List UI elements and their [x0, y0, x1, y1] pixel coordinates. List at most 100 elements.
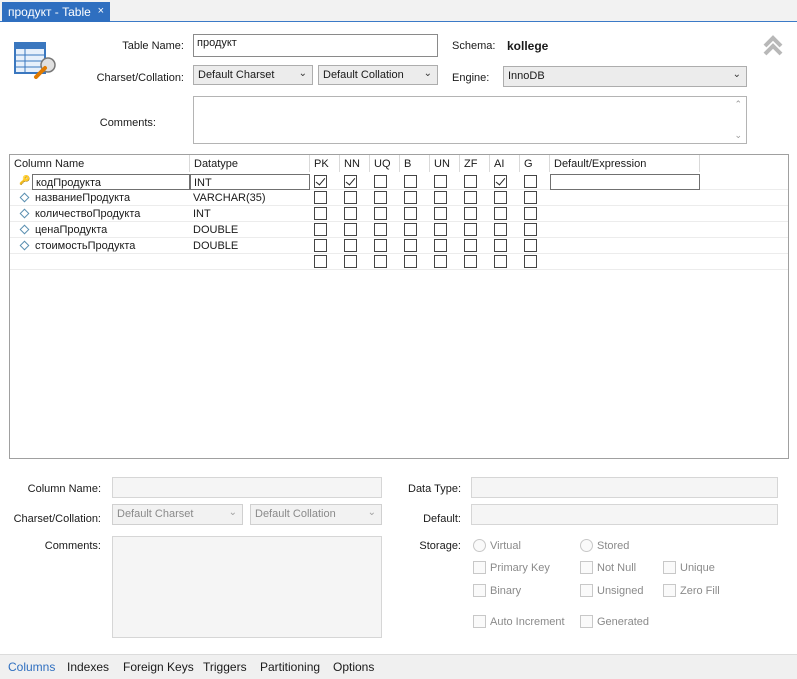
zf-checkbox[interactable]: [464, 175, 477, 188]
unsigned-checkbox[interactable]: [580, 584, 593, 597]
binary-checkbox[interactable]: [473, 584, 486, 597]
zf-checkbox[interactable]: [464, 239, 477, 252]
un-checkbox[interactable]: [434, 207, 447, 220]
tab-foreign-keys[interactable]: Foreign Keys: [123, 658, 194, 676]
default-expression-cell[interactable]: [550, 174, 700, 190]
data-type-input[interactable]: [471, 477, 778, 498]
g-checkbox[interactable]: [524, 191, 537, 204]
editor-tab[interactable]: продукт - Table ×: [2, 2, 110, 22]
uq-checkbox[interactable]: [374, 191, 387, 204]
column-name-cell[interactable]: количествоПродукта: [32, 206, 190, 222]
pk-checkbox[interactable]: [314, 223, 327, 236]
nn-checkbox[interactable]: [344, 207, 357, 220]
pk-checkbox[interactable]: [314, 191, 327, 204]
g-checkbox[interactable]: [524, 255, 537, 268]
ai-checkbox[interactable]: [494, 223, 507, 236]
grid-header-cell[interactable]: NN: [340, 155, 370, 172]
not-null-checkbox[interactable]: [580, 561, 593, 574]
pk-checkbox[interactable]: [314, 175, 327, 188]
datatype-cell[interactable]: DOUBLE: [190, 238, 310, 254]
datatype-cell[interactable]: INT: [190, 206, 310, 222]
column-name-cell[interactable]: ценаПродукта: [32, 222, 190, 238]
collation-select[interactable]: Default Collation ⌄: [318, 65, 438, 85]
column-name-cell[interactable]: стоимостьПродукта: [32, 238, 190, 254]
b-checkbox[interactable]: [404, 191, 417, 204]
column-name-cell[interactable]: [32, 254, 190, 270]
grid-header-cell[interactable]: Column Name: [10, 155, 190, 172]
uq-checkbox[interactable]: [374, 239, 387, 252]
un-checkbox[interactable]: [434, 175, 447, 188]
table-row[interactable]: ценаПродукта DOUBLE: [10, 222, 788, 238]
table-row[interactable]: названиеПродукта VARCHAR(35): [10, 190, 788, 206]
close-tab-icon[interactable]: ×: [98, 5, 104, 17]
grid-header-cell[interactable]: G: [520, 155, 550, 172]
primary-key-checkbox[interactable]: [473, 561, 486, 574]
datatype-cell[interactable]: INT: [190, 174, 310, 190]
un-checkbox[interactable]: [434, 223, 447, 236]
tab-triggers[interactable]: Triggers: [203, 658, 247, 676]
tab-columns[interactable]: Columns: [8, 658, 55, 676]
uq-checkbox[interactable]: [374, 207, 387, 220]
charset-select[interactable]: Default Charset ⌄: [193, 65, 313, 85]
grid-header-cell[interactable]: PK: [310, 155, 340, 172]
b-checkbox[interactable]: [404, 239, 417, 252]
default-input[interactable]: [471, 504, 778, 525]
column-name-input[interactable]: [112, 477, 382, 498]
ai-checkbox[interactable]: [494, 175, 507, 188]
column-name-cell[interactable]: названиеПродукта: [32, 190, 190, 206]
zero-fill-checkbox[interactable]: [663, 584, 676, 597]
detail-charset-select[interactable]: Default Charset ⌄: [112, 504, 243, 525]
grid-header-cell[interactable]: ZF: [460, 155, 490, 172]
nn-checkbox[interactable]: [344, 175, 357, 188]
nn-checkbox[interactable]: [344, 223, 357, 236]
virtual-radio[interactable]: [473, 539, 486, 552]
pk-checkbox[interactable]: [314, 255, 327, 268]
detail-comments-textarea[interactable]: [112, 536, 382, 638]
zf-checkbox[interactable]: [464, 223, 477, 236]
g-checkbox[interactable]: [524, 175, 537, 188]
double-chevron-up-icon[interactable]: [762, 34, 784, 56]
nn-checkbox[interactable]: [344, 255, 357, 268]
table-row[interactable]: [10, 254, 788, 270]
b-checkbox[interactable]: [404, 223, 417, 236]
grid-header-cell[interactable]: B: [400, 155, 430, 172]
datatype-cell[interactable]: VARCHAR(35): [190, 190, 310, 206]
detail-collation-select[interactable]: Default Collation ⌄: [250, 504, 382, 525]
pk-checkbox[interactable]: [314, 207, 327, 220]
uq-checkbox[interactable]: [374, 255, 387, 268]
auto-increment-checkbox[interactable]: [473, 615, 486, 628]
nn-checkbox[interactable]: [344, 191, 357, 204]
ai-checkbox[interactable]: [494, 207, 507, 220]
tab-indexes[interactable]: Indexes: [67, 658, 109, 676]
scroll-down-icon[interactable]: ⌄: [734, 130, 742, 141]
g-checkbox[interactable]: [524, 223, 537, 236]
engine-select[interactable]: InnoDB ⌄: [503, 66, 747, 87]
grid-header-cell[interactable]: UN: [430, 155, 460, 172]
tab-partitioning[interactable]: Partitioning: [260, 658, 320, 676]
g-checkbox[interactable]: [524, 207, 537, 220]
g-checkbox[interactable]: [524, 239, 537, 252]
table-row[interactable]: количествоПродукта INT: [10, 206, 788, 222]
grid-header-cell[interactable]: Datatype: [190, 155, 310, 172]
uq-checkbox[interactable]: [374, 223, 387, 236]
un-checkbox[interactable]: [434, 191, 447, 204]
un-checkbox[interactable]: [434, 239, 447, 252]
zf-checkbox[interactable]: [464, 191, 477, 204]
datatype-cell[interactable]: [190, 254, 310, 270]
unique-checkbox[interactable]: [663, 561, 676, 574]
datatype-cell[interactable]: DOUBLE: [190, 222, 310, 238]
ai-checkbox[interactable]: [494, 239, 507, 252]
columns-grid[interactable]: Column Name Datatype PK NN UQ B UN ZF AI G Default…: [9, 154, 789, 459]
tab-options[interactable]: Options: [333, 658, 374, 676]
b-checkbox[interactable]: [404, 207, 417, 220]
b-checkbox[interactable]: [404, 255, 417, 268]
table-name-input[interactable]: продукт: [193, 34, 438, 57]
grid-header-cell[interactable]: UQ: [370, 155, 400, 172]
b-checkbox[interactable]: [404, 175, 417, 188]
stored-radio[interactable]: [580, 539, 593, 552]
zf-checkbox[interactable]: [464, 207, 477, 220]
table-row[interactable]: стоимостьПродукта DOUBLE: [10, 238, 788, 254]
scroll-up-icon[interactable]: ⌃: [734, 99, 742, 110]
column-name-cell[interactable]: кодПродукта: [32, 174, 190, 190]
pk-checkbox[interactable]: [314, 239, 327, 252]
